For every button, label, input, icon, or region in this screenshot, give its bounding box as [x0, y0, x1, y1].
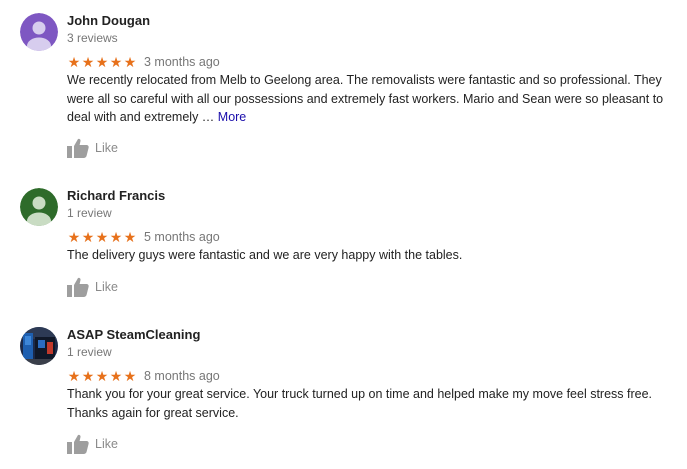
- like-label: Like: [95, 437, 118, 451]
- star-icon: ★: [123, 228, 137, 245]
- star-icon: ★: [123, 367, 137, 384]
- review-count: 1 review: [67, 345, 112, 359]
- review-date: 5 months ago: [144, 229, 220, 244]
- star-icon: ★: [123, 53, 137, 70]
- review-count: 3 reviews: [67, 31, 118, 45]
- review-text: We recently relocated from Melb to Geelo…: [67, 71, 667, 127]
- rating-row: ★★★★★ 8 months ago: [67, 367, 220, 384]
- review-body: Thank you for your great service. Your t…: [67, 387, 653, 420]
- star-icon: ★: [109, 228, 123, 245]
- rating-row: ★★★★★ 5 months ago: [67, 228, 220, 245]
- thumbs-up-icon: [67, 138, 89, 158]
- like-button[interactable]: Like: [67, 138, 118, 160]
- star-icon: ★: [95, 367, 109, 384]
- star-icon: ★: [67, 53, 81, 70]
- star-icon: ★: [67, 228, 81, 245]
- star-icon: ★: [109, 53, 123, 70]
- star-icon: ★: [109, 367, 123, 384]
- avatar-person-icon: [20, 188, 58, 226]
- thumbs-up-icon: [67, 434, 89, 454]
- rating-row: ★★★★★ 3 months ago: [67, 53, 220, 70]
- star-rating: ★★★★★: [67, 54, 137, 70]
- review-text: The delivery guys were fantastic and we …: [67, 246, 667, 265]
- avatar[interactable]: [20, 188, 58, 226]
- avatar-person-icon: [20, 13, 58, 51]
- star-rating: ★★★★★: [67, 368, 137, 384]
- review-body: The delivery guys were fantastic and we …: [67, 248, 463, 262]
- star-icon: ★: [81, 367, 95, 384]
- review-body: We recently relocated from Melb to Geelo…: [67, 73, 664, 124]
- star-icon: ★: [81, 228, 95, 245]
- star-icon: ★: [67, 367, 81, 384]
- avatar[interactable]: [20, 327, 58, 365]
- like-label: Like: [95, 141, 118, 155]
- star-rating: ★★★★★: [67, 229, 137, 245]
- like-button[interactable]: Like: [67, 434, 118, 456]
- more-link[interactable]: More: [218, 110, 246, 124]
- avatar-photo-icon: [20, 327, 58, 365]
- thumbs-up-icon: [67, 277, 89, 297]
- review-date: 8 months ago: [144, 368, 220, 383]
- review-text: Thank you for your great service. Your t…: [67, 385, 667, 422]
- star-icon: ★: [95, 53, 109, 70]
- review-count: 1 review: [67, 206, 112, 220]
- like-button[interactable]: Like: [67, 277, 118, 299]
- star-icon: ★: [95, 228, 109, 245]
- review-date: 3 months ago: [144, 54, 220, 69]
- avatar[interactable]: [20, 13, 58, 51]
- reviewer-name[interactable]: Richard Francis: [67, 188, 165, 203]
- reviewer-name[interactable]: John Dougan: [67, 13, 150, 28]
- like-label: Like: [95, 280, 118, 294]
- reviewer-name[interactable]: ASAP SteamCleaning: [67, 327, 200, 342]
- star-icon: ★: [81, 53, 95, 70]
